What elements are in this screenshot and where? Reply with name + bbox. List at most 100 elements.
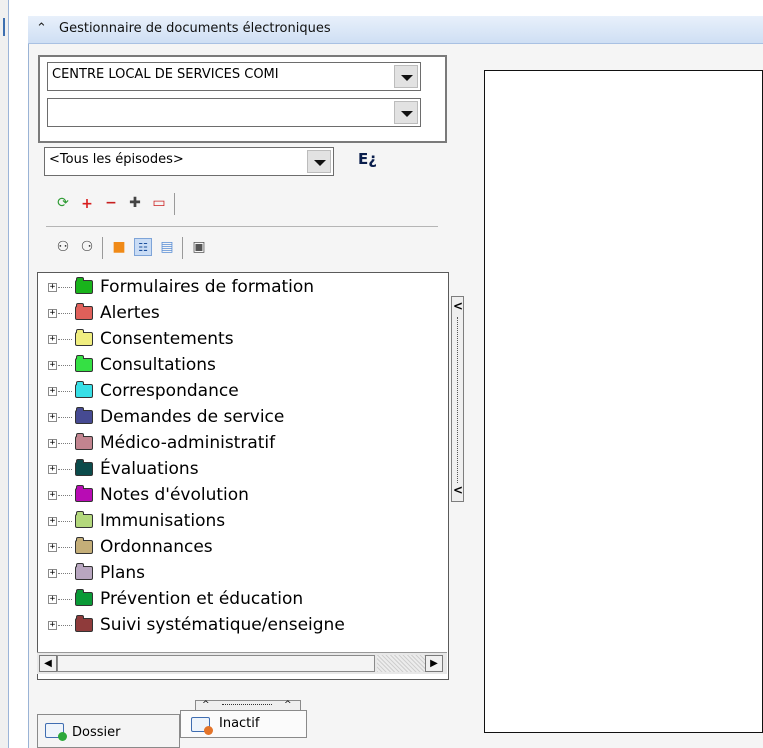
tree-node-label: Consultations <box>100 355 216 375</box>
tree-node-label: Plans <box>100 563 146 583</box>
chevron-double-up-icon[interactable]: ⌃ <box>36 21 47 37</box>
expand-icon[interactable]: + <box>48 569 57 578</box>
expand-icon[interactable]: + <box>48 413 57 422</box>
splitter-grip <box>457 317 459 483</box>
tree-node[interactable]: + Immunisations <box>38 509 448 535</box>
tree-connector <box>58 391 72 392</box>
tree-node-label: Médico-administratif <box>100 433 276 453</box>
folder-icon <box>75 563 93 580</box>
expand-icon[interactable]: + <box>48 335 57 344</box>
scrollbar-track[interactable] <box>377 655 425 672</box>
panel-header[interactable]: ⌃ Gestionnaire de documents électronique… <box>28 16 763 44</box>
folder-icon <box>75 277 93 294</box>
tree-horizontal-scrollbar[interactable]: ◀ ▶ <box>37 652 447 674</box>
tab-inactif-label: Inactif <box>219 716 260 731</box>
tree-node[interactable]: + Médico-administratif <box>38 431 448 457</box>
tree-connector <box>58 443 72 444</box>
tree-node[interactable]: + Notes d'évolution <box>38 483 448 509</box>
chevron-down-icon[interactable] <box>307 150 331 173</box>
folder-icon <box>75 511 93 528</box>
episodes-label: E¿ <box>358 150 377 168</box>
status-dot-icon <box>204 726 213 735</box>
tree-node-label: Alertes <box>100 303 160 323</box>
tree-connector <box>58 599 72 600</box>
tree-connector <box>58 469 72 470</box>
tab-inactif[interactable]: Inactif <box>180 710 307 738</box>
tree-node[interactable]: + Alertes <box>38 301 448 327</box>
tree-node[interactable]: + Formulaires de formation <box>38 275 448 301</box>
binoculars-filter-icon[interactable]: ⚆ <box>78 238 96 256</box>
tree-node[interactable]: + Ordonnances <box>38 535 448 561</box>
expand-icon[interactable]: + <box>48 361 57 370</box>
tree-connector <box>58 417 72 418</box>
tree-node[interactable]: + Consentements <box>38 327 448 353</box>
chevron-down-icon[interactable] <box>394 101 418 124</box>
list-view-icon[interactable]: ▤ <box>158 238 176 256</box>
document-tree[interactable]: + Formulaires de formation + Alertes + Consen… <box>37 272 449 680</box>
collapse-left-icon[interactable]: < <box>453 300 463 312</box>
content-top-gap <box>484 44 763 70</box>
episodes-dropdown-value: <Tous les épisodes> <box>49 152 184 167</box>
folder-icon <box>75 329 93 346</box>
toolbar-divider <box>46 226 438 227</box>
expand-icon[interactable]: + <box>48 517 57 526</box>
folder-icon <box>75 303 93 320</box>
panel-splitter[interactable]: < < <box>451 296 464 502</box>
expand-icon[interactable]: + <box>48 595 57 604</box>
tree-connector <box>58 521 72 522</box>
secondary-dropdown[interactable] <box>47 98 421 127</box>
scroll-left-icon[interactable]: ◀ <box>39 655 57 672</box>
tree-node-label: Immunisations <box>100 511 226 531</box>
episodes-dropdown[interactable]: <Tous les épisodes> <box>44 147 334 176</box>
collapse-left-icon[interactable]: < <box>453 484 463 496</box>
tree-node[interactable]: + Plans <box>38 561 448 587</box>
chevron-down-icon[interactable] <box>394 65 418 88</box>
add-icon[interactable]: + <box>78 195 96 213</box>
tree-connector <box>58 313 72 314</box>
tree-node-label: Demandes de service <box>100 407 285 427</box>
tree-node-label: Formulaires de formation <box>100 277 315 297</box>
expand-icon[interactable]: + <box>48 439 57 448</box>
folder-view-icon[interactable]: ■ <box>110 238 128 256</box>
establishment-dropdown[interactable]: CENTRE LOCAL DE SERVICES COMI <box>47 62 421 91</box>
scrollbar-thumb[interactable] <box>57 655 375 672</box>
tree-connector <box>58 625 72 626</box>
panel-title: Gestionnaire de documents électroniques <box>59 21 331 36</box>
tree-node-label: Prévention et éducation <box>100 589 304 609</box>
tree-node[interactable]: + Consultations <box>38 353 448 379</box>
tree-connector <box>58 495 72 496</box>
expand-icon[interactable]: + <box>48 621 57 630</box>
expand-icon[interactable]: + <box>48 309 57 318</box>
expand-icon[interactable]: + <box>48 283 57 292</box>
refresh-icon[interactable]: ⟳ <box>54 194 72 212</box>
folder-icon <box>75 459 93 476</box>
toolbar-separator <box>102 237 103 259</box>
document-viewer[interactable] <box>484 70 763 733</box>
tree-node[interactable]: + Évaluations <box>38 457 448 483</box>
expand-icon[interactable]: + <box>48 465 57 474</box>
tree-node-label: Consentements <box>100 329 234 349</box>
tree-node[interactable]: + Correspondance <box>38 379 448 405</box>
tree-node[interactable]: + Prévention et éducation <box>38 587 448 613</box>
edge-marker <box>3 18 5 36</box>
expand-icon[interactable]: + <box>48 543 57 552</box>
tab-dossier[interactable]: Dossier <box>37 714 180 748</box>
remove-icon[interactable]: − <box>102 194 120 212</box>
chevron-up-icon[interactable]: ^ <box>284 701 292 710</box>
expand-icon[interactable]: + <box>48 387 57 396</box>
tree-node[interactable]: + Suivi systématique/enseigne <box>38 613 448 639</box>
tree-view-icon[interactable]: ☷ <box>134 238 152 256</box>
expand-icon[interactable]: + <box>48 491 57 500</box>
binoculars-icon[interactable]: ⚇ <box>54 238 72 256</box>
tree-connector <box>58 365 72 366</box>
tree-node-label: Ordonnances <box>100 537 213 557</box>
tree-view-toolbar: ⚇ ⚆ ■ ☷ ▤ ▣ <box>52 237 312 260</box>
remove-subitem-icon[interactable]: ▭ <box>150 194 168 212</box>
scroll-right-icon[interactable]: ▶ <box>425 655 443 672</box>
add-subitem-icon[interactable]: ✚ <box>126 194 144 212</box>
folder-icon <box>191 717 213 735</box>
tree-node-label: Évaluations <box>100 459 199 479</box>
print-icon[interactable]: ▣ <box>190 238 208 256</box>
chevron-up-icon[interactable]: ^ <box>202 701 210 710</box>
tree-node[interactable]: + Demandes de service <box>38 405 448 431</box>
